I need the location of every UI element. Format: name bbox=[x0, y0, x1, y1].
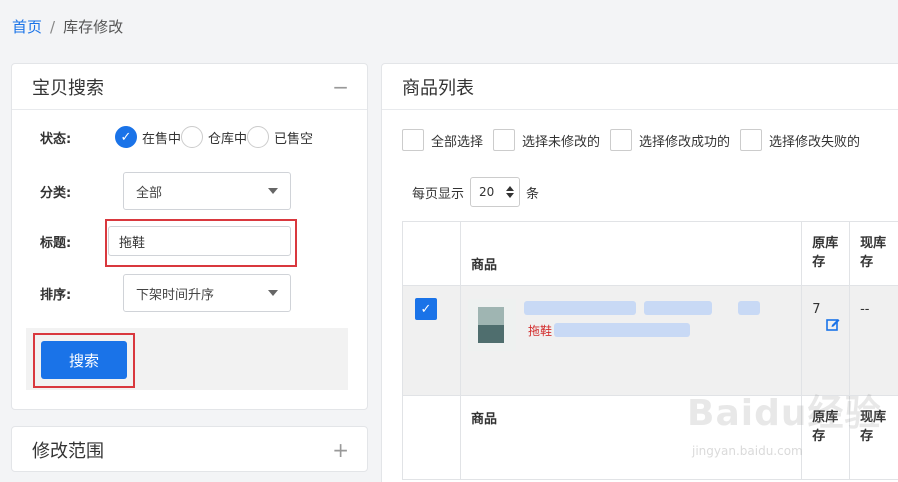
product-thumbnail bbox=[468, 299, 516, 351]
product-list-panel: 商品列表 全部选择 选择未修改的 选择修改成功的 选择修改失败的 每页显示 20… bbox=[381, 63, 898, 482]
select-success-checkbox[interactable]: 选择修改成功的 bbox=[610, 129, 730, 151]
product-list-title: 商品列表 bbox=[402, 77, 474, 99]
search-panel-header: 宝贝搜索 − bbox=[12, 64, 367, 110]
breadcrumb-current: 库存修改 bbox=[63, 18, 124, 36]
range-panel-title: 修改范围 bbox=[32, 441, 104, 462]
blurred-title-segment bbox=[524, 301, 636, 315]
original-stock-cell: 7 bbox=[801, 285, 851, 396]
search-panel: 宝贝搜索 − 状态: ✓ 在售中 仓库中 已售空 分类: 全部 标题: 拖鞋 排… bbox=[11, 63, 368, 410]
search-panel-title: 宝贝搜索 bbox=[32, 77, 104, 99]
breadcrumb: 首页 / 库存修改 bbox=[12, 16, 123, 37]
minus-icon[interactable]: − bbox=[332, 77, 349, 97]
sort-row: 排序: 下架时间升序 bbox=[40, 274, 291, 312]
select-unmodified-checkbox[interactable]: 选择未修改的 bbox=[493, 129, 600, 151]
edit-icon[interactable] bbox=[826, 317, 840, 331]
blurred-title-segment bbox=[738, 301, 760, 315]
select-all-checkbox[interactable]: 全部选择 bbox=[402, 129, 483, 151]
title-row: 标题: bbox=[40, 226, 291, 256]
row-checkbox[interactable]: ✓ bbox=[415, 298, 437, 320]
breadcrumb-home-link[interactable]: 首页 bbox=[12, 16, 42, 37]
per-page-control: 每页显示 20 条 bbox=[412, 177, 539, 207]
status-radio-warehouse[interactable]: 仓库中 bbox=[181, 126, 247, 148]
stepper-arrows-icon bbox=[506, 186, 515, 198]
blurred-title-segment bbox=[644, 301, 712, 315]
product-name-highlight: 拖鞋 bbox=[528, 324, 553, 338]
caret-down-icon bbox=[268, 188, 278, 194]
current-stock-cell: -- bbox=[849, 285, 898, 396]
check-icon: ✓ bbox=[115, 126, 137, 148]
product-list-header: 商品列表 bbox=[382, 64, 898, 110]
range-panel-header[interactable]: 修改范围 + bbox=[12, 427, 367, 473]
status-row: 状态: ✓ 在售中 仓库中 已售空 bbox=[40, 126, 313, 148]
select-failed-checkbox[interactable]: 选择修改失败的 bbox=[740, 129, 860, 151]
selection-filters: 全部选择 选择未修改的 选择修改成功的 选择修改失败的 bbox=[402, 129, 870, 151]
column-header-product: 商品 bbox=[459, 221, 803, 286]
status-label: 状态: bbox=[40, 131, 72, 147]
breadcrumb-separator: / bbox=[50, 17, 56, 36]
per-page-label: 每页显示 bbox=[412, 186, 465, 202]
per-page-stepper[interactable]: 20 bbox=[470, 177, 521, 207]
blurred-title-segment bbox=[554, 323, 690, 337]
title-input[interactable] bbox=[108, 226, 291, 256]
column-header-original-stock: 原库存 bbox=[801, 221, 851, 286]
category-row: 分类: 全部 bbox=[40, 172, 291, 210]
per-page-unit: 条 bbox=[526, 186, 540, 202]
category-label: 分类: bbox=[40, 185, 72, 201]
status-radio-soldout[interactable]: 已售空 bbox=[247, 126, 313, 148]
range-panel[interactable]: 修改范围 + bbox=[11, 426, 368, 472]
plus-icon[interactable]: + bbox=[332, 440, 349, 460]
sort-select[interactable]: 下架时间升序 bbox=[123, 274, 291, 312]
table-header-row: 商品 原库存 现库存 bbox=[402, 221, 898, 286]
baidu-watermark: Baidu经验 bbox=[687, 393, 882, 434]
search-button[interactable]: 搜索 bbox=[41, 341, 127, 379]
column-header-current-stock: 现库存 bbox=[849, 221, 898, 286]
baidu-watermark-url: jingyan.baidu.com bbox=[692, 444, 803, 458]
sort-label: 排序: bbox=[40, 287, 72, 303]
caret-down-icon bbox=[268, 290, 278, 296]
status-radio-onsale[interactable]: ✓ 在售中 bbox=[115, 126, 181, 148]
category-select[interactable]: 全部 bbox=[123, 172, 291, 210]
